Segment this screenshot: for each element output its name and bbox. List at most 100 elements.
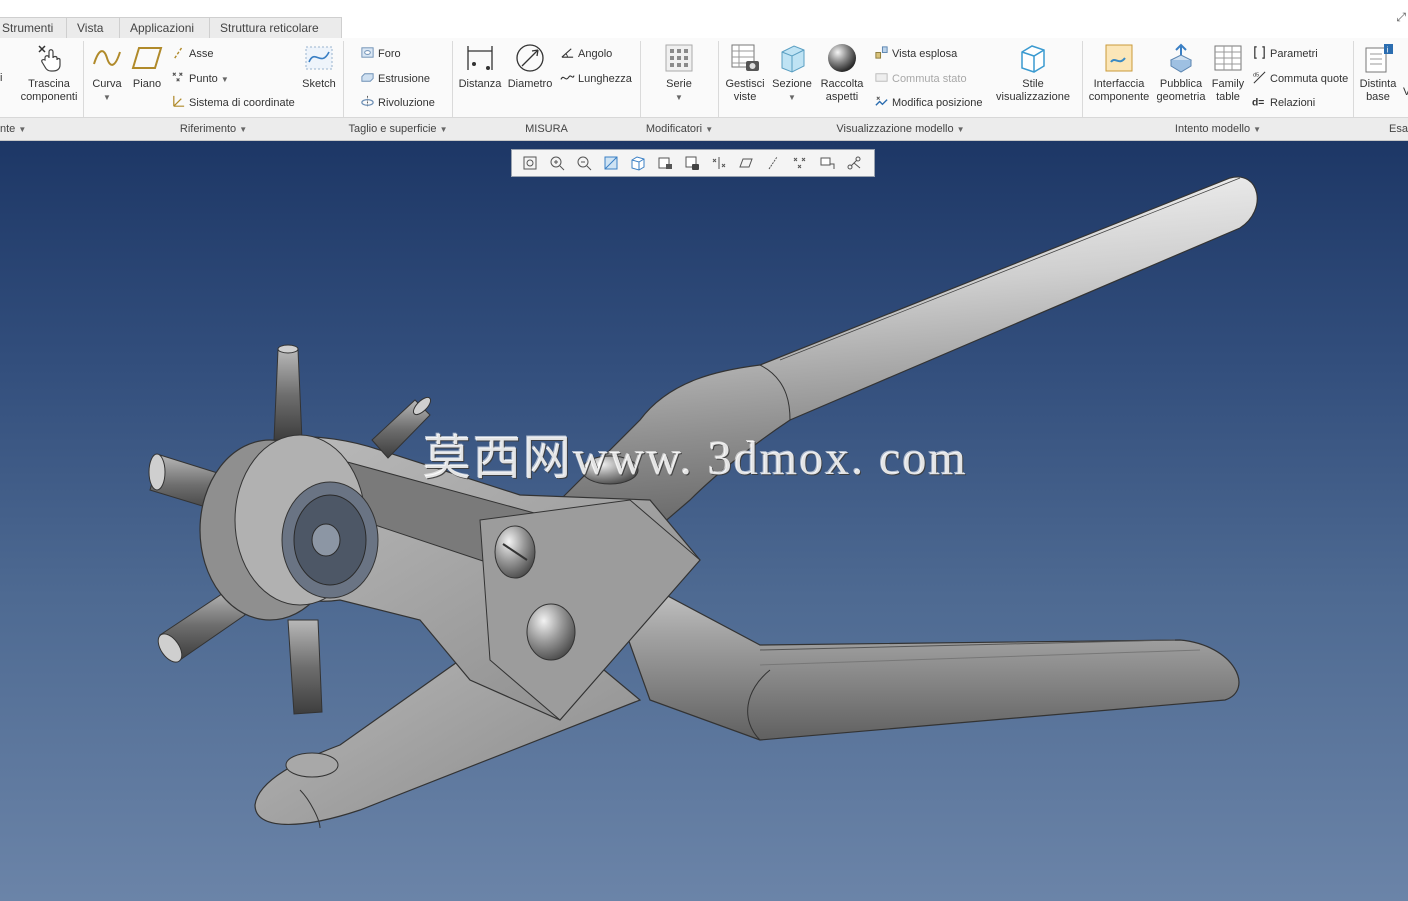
relations-icon: d= bbox=[1252, 97, 1264, 108]
publish-geometry-button[interactable]: Pubblica geometria bbox=[1155, 42, 1207, 104]
revolve-button[interactable]: Rivoluzione bbox=[360, 94, 435, 110]
parameters-icon bbox=[1254, 46, 1265, 59]
chevron-down-icon: ▼ bbox=[18, 125, 27, 134]
group-label-intento-modello[interactable]: Intento modello ▼ bbox=[1083, 118, 1353, 141]
named-view-icon[interactable] bbox=[680, 152, 704, 174]
point-button[interactable]: Punto ▼ bbox=[171, 70, 229, 86]
edit-position-button[interactable]: Modifica posizione bbox=[874, 94, 983, 110]
tab-strumenti[interactable]: Strumenti bbox=[0, 17, 67, 38]
angle-icon bbox=[561, 48, 574, 58]
csys-display-icon[interactable] bbox=[788, 152, 812, 174]
pattern-button[interactable]: Serie ▼ bbox=[660, 42, 698, 104]
hole-label: Foro bbox=[378, 48, 401, 60]
toggle-dimensions-button[interactable]: d5 Commuta quote bbox=[1252, 70, 1348, 86]
toggle-dimensions-icon: d5 bbox=[1253, 71, 1266, 84]
length-icon bbox=[560, 75, 575, 80]
chevron-down-icon: ▼ bbox=[675, 93, 683, 102]
axis-display-icon[interactable] bbox=[734, 152, 758, 174]
revolve-label: Rivoluzione bbox=[378, 97, 435, 109]
chevron-down-icon: ▼ bbox=[1253, 125, 1262, 134]
tab-applicazioni[interactable]: Applicazioni bbox=[119, 17, 210, 38]
zoom-in-icon[interactable] bbox=[545, 152, 569, 174]
graphics-window[interactable]: 莫西网www. 3dmox. com bbox=[0, 141, 1408, 901]
plane-display-icon[interactable] bbox=[707, 152, 731, 174]
coordinate-system-button[interactable]: Sistema di coordinate bbox=[171, 94, 295, 110]
pattern-icon bbox=[665, 44, 693, 72]
graphics-toolbar bbox=[511, 149, 875, 177]
group-label-taglio-superficie[interactable]: Taglio e superficie ▼ bbox=[344, 118, 452, 141]
section-button[interactable]: Sezione ▼ bbox=[770, 42, 814, 104]
toggle-state-icon bbox=[875, 73, 888, 82]
display-style-label: Stile visualizzazione bbox=[996, 78, 1070, 103]
repaint-icon[interactable] bbox=[599, 152, 623, 174]
point-display-icon[interactable] bbox=[761, 152, 785, 174]
bill-of-materials-label: Distinta base bbox=[1359, 78, 1397, 103]
pattern-label: Serie bbox=[666, 78, 692, 90]
annotation-display-icon[interactable] bbox=[815, 152, 839, 174]
revolve-icon bbox=[361, 95, 374, 108]
rotary-punch-pliers-model bbox=[148, 176, 1258, 829]
extrude-button[interactable]: Estrusione bbox=[360, 70, 430, 86]
distance-icon bbox=[467, 46, 493, 70]
exploded-view-button[interactable]: Vista esplosa bbox=[874, 45, 957, 61]
bill-of-materials-icon: i bbox=[1365, 44, 1393, 73]
minimize-ribbon-icon[interactable]: ⤢ bbox=[1396, 10, 1406, 25]
axis-button[interactable]: Asse bbox=[171, 45, 213, 61]
tab-vista[interactable]: Vista bbox=[66, 17, 120, 38]
relations-button[interactable]: d= Relazioni bbox=[1252, 94, 1315, 110]
chevron-down-icon: ▼ bbox=[439, 125, 448, 134]
plane-icon bbox=[131, 47, 163, 69]
drag-components-button[interactable]: Trascina componenti bbox=[18, 42, 80, 104]
extrude-label: Estrusione bbox=[378, 73, 430, 85]
group-label-riferimento[interactable]: Riferimento ▼ bbox=[84, 118, 343, 141]
family-table-label: Family table bbox=[1211, 78, 1245, 103]
manage-views-button[interactable]: Gestisci viste bbox=[722, 42, 768, 104]
axis-icon bbox=[174, 46, 183, 59]
parameters-button[interactable]: Parametri bbox=[1252, 45, 1318, 61]
display-style-icon[interactable] bbox=[626, 152, 650, 174]
distance-button[interactable]: Distanza bbox=[458, 42, 502, 91]
length-button[interactable]: Lunghezza bbox=[560, 70, 632, 86]
hole-button[interactable]: Foro bbox=[360, 45, 401, 61]
group-label-text: Visualizzazione modello bbox=[836, 123, 954, 135]
sketch-button[interactable]: Sketch bbox=[300, 42, 338, 91]
display-style-button[interactable]: Stile visualizzazione bbox=[990, 42, 1076, 104]
ribbon-tab-bar: Strumenti Vista Applicazioni Struttura r… bbox=[0, 0, 1408, 39]
length-label: Lunghezza bbox=[578, 73, 632, 85]
exploded-view-icon bbox=[875, 46, 888, 59]
appearance-gallery-label: Raccolta aspetti bbox=[820, 78, 864, 103]
section-label: Sezione bbox=[772, 78, 812, 90]
cut-off-label-right: V bbox=[1403, 86, 1408, 98]
group-label-cut[interactable]: nte ▼ bbox=[0, 118, 80, 141]
drag-hand-icon bbox=[38, 45, 61, 72]
manage-views-label: Gestisci viste bbox=[725, 78, 765, 103]
curve-label: Curva bbox=[92, 78, 122, 90]
group-label-esamina: Esa bbox=[1389, 123, 1408, 135]
diameter-button[interactable]: Diametro bbox=[507, 42, 553, 91]
group-label-modificatori[interactable]: Modificatori ▼ bbox=[641, 118, 718, 141]
coordinate-system-label: Sistema di coordinate bbox=[189, 97, 295, 109]
chevron-down-icon: ▼ bbox=[220, 75, 229, 84]
drag-components-label: Trascina componenti bbox=[20, 78, 78, 103]
section-icon bbox=[781, 45, 805, 73]
spin-center-icon[interactable] bbox=[842, 152, 866, 174]
component-interface-icon bbox=[1105, 44, 1133, 72]
plane-button[interactable]: Piano bbox=[130, 42, 164, 91]
zoom-out-icon[interactable] bbox=[572, 152, 596, 174]
appearance-sphere-icon bbox=[828, 44, 856, 72]
watermark-text: 莫西网www. 3dmox. com bbox=[423, 432, 968, 485]
family-table-button[interactable]: Family table bbox=[1210, 42, 1246, 104]
appearance-gallery-button[interactable]: Raccolta aspetti bbox=[818, 42, 866, 104]
component-interface-label: Interfaccia componente bbox=[1088, 78, 1150, 103]
angle-button[interactable]: Angolo bbox=[560, 45, 612, 61]
toggle-state-button[interactable]: Commuta stato bbox=[874, 70, 967, 86]
group-label-misura: MISURA bbox=[525, 123, 568, 135]
bill-of-materials-button[interactable]: i Distinta base bbox=[1358, 42, 1398, 104]
curve-button[interactable]: Curva ▼ bbox=[90, 42, 124, 104]
tab-struttura-reticolare[interactable]: Struttura reticolare bbox=[209, 17, 342, 38]
refit-icon[interactable] bbox=[518, 152, 542, 174]
component-interface-button[interactable]: Interfaccia componente bbox=[1088, 42, 1150, 104]
group-label-visualizzazione-modello[interactable]: Visualizzazione modello ▼ bbox=[719, 118, 1082, 141]
saved-views-icon[interactable] bbox=[653, 152, 677, 174]
angle-label: Angolo bbox=[578, 48, 613, 60]
